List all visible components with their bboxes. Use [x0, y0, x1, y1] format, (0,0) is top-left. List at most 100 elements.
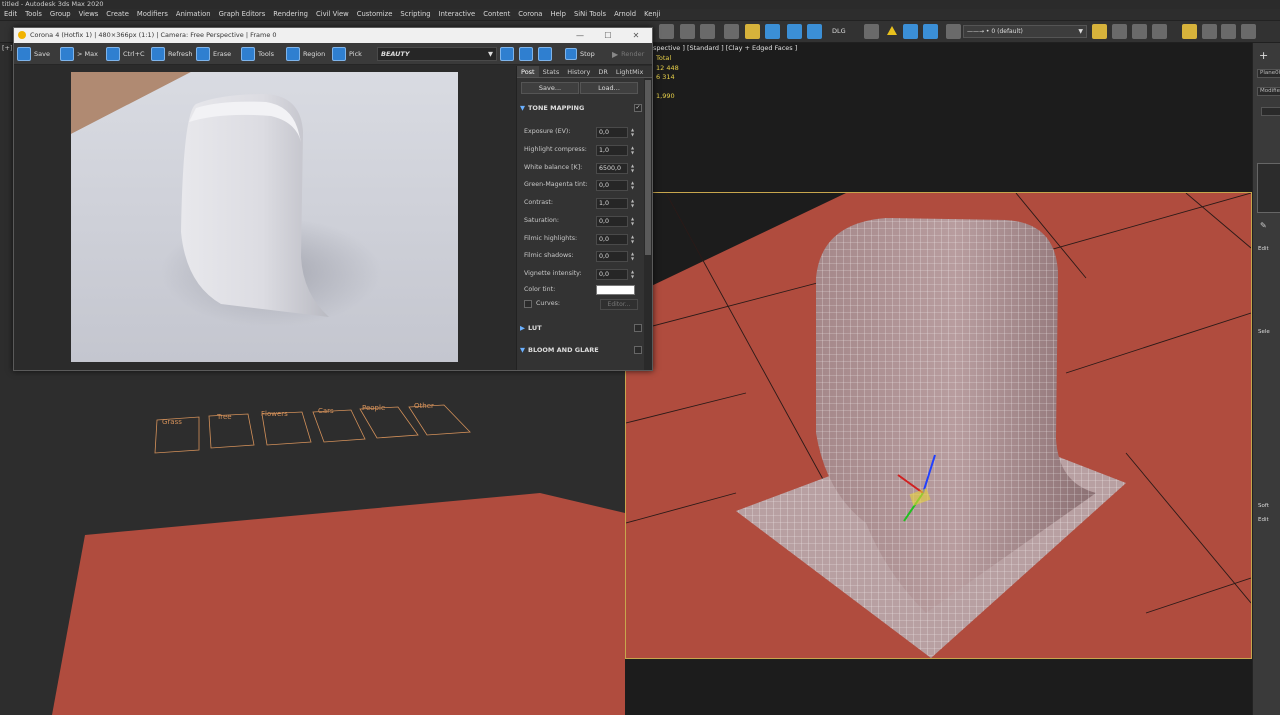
menu-corona[interactable]: Corona	[514, 9, 546, 20]
sync-icon[interactable]	[923, 24, 938, 39]
add-layer-icon[interactable]	[1092, 24, 1107, 39]
align-icon[interactable]	[680, 24, 695, 39]
menu-tools[interactable]: Tools	[21, 9, 46, 20]
warning-icon[interactable]	[887, 26, 897, 35]
menu-edit[interactable]: Edit	[0, 9, 21, 20]
lut-header[interactable]: ▶ LUT	[520, 324, 542, 332]
menu-arnold[interactable]: Arnold	[610, 9, 640, 20]
render-setup-icon[interactable]	[765, 24, 780, 39]
refresh-cycle-icon[interactable]	[903, 24, 918, 39]
rollout-selection[interactable]: Sele	[1258, 329, 1270, 335]
refresh-button[interactable]: Refresh	[151, 46, 193, 62]
copy-button[interactable]: Ctrl+C	[106, 46, 145, 62]
maximize-icon[interactable]: ☐	[594, 28, 622, 43]
bloom-glare-header[interactable]: ▼ BLOOM AND GLARE	[520, 346, 599, 354]
save-button[interactable]: Save	[17, 46, 50, 62]
render-frame-icon[interactable]	[787, 24, 802, 39]
rollout-edit-geometry[interactable]: Edit	[1258, 517, 1269, 523]
vignette-spinner[interactable]: ▲ ▼	[629, 269, 636, 280]
bloom-glare-checkbox[interactable]	[634, 346, 642, 354]
to-max-button[interactable]: > Max	[60, 46, 98, 62]
saturation-input[interactable]: 0,0	[596, 216, 628, 227]
viewport-perspective[interactable]: spective ] [Standard ] [Clay + Edged Fac…	[625, 43, 1252, 715]
tab-stats[interactable]: Stats	[539, 66, 564, 77]
close-icon[interactable]: ✕	[622, 28, 650, 43]
menu-create[interactable]: Create	[102, 9, 133, 20]
rollout-soft-selection[interactable]: Soft	[1258, 503, 1269, 509]
zoom-in-button[interactable]	[500, 46, 514, 62]
scrollbar-thumb[interactable]	[645, 80, 651, 255]
menu-sini-tools[interactable]: SiNi Tools	[570, 9, 610, 20]
tool-icon[interactable]	[1221, 24, 1236, 39]
menu-rendering[interactable]: Rendering	[269, 9, 312, 20]
grid-icon[interactable]	[864, 24, 879, 39]
tools-button[interactable]: Tools	[241, 46, 274, 62]
schematic-icon[interactable]	[724, 24, 739, 39]
material-editor-icon[interactable]	[745, 24, 760, 39]
script-icon[interactable]	[1182, 24, 1197, 39]
align-down-icon[interactable]	[700, 24, 715, 39]
dlg-label[interactable]: DLG	[832, 27, 846, 35]
layer-stack-icon[interactable]	[1152, 24, 1167, 39]
filmic-highlights-input[interactable]: 0,0	[596, 234, 628, 245]
saturation-spinner[interactable]: ▲ ▼	[629, 216, 636, 227]
tone-mapping-header[interactable]: ▼ TONE MAPPING	[520, 104, 584, 112]
menu-modifiers[interactable]: Modifiers	[133, 9, 172, 20]
layers-icon[interactable]	[1112, 24, 1127, 39]
menu-scripting[interactable]: Scripting	[396, 9, 434, 20]
green-magenta-spinner[interactable]: ▲ ▼	[629, 180, 636, 191]
green-magenta-input[interactable]: 0,0	[596, 180, 628, 191]
menu-help[interactable]: Help	[546, 9, 570, 20]
exposure-input[interactable]: 0,0	[596, 127, 628, 138]
tab-history[interactable]: History	[563, 66, 594, 77]
contrast-input[interactable]: 1,0	[596, 198, 628, 209]
curves-editor-button[interactable]: Editor...	[600, 299, 638, 310]
zoom-out-button[interactable]	[519, 46, 533, 62]
layer-manager-icon[interactable]	[946, 24, 961, 39]
filmic-shadows-spinner[interactable]: ▲ ▼	[629, 251, 636, 262]
highlight-compress-input[interactable]: 1,0	[596, 145, 628, 156]
region-button[interactable]: Region	[286, 46, 325, 62]
viewport-left-label[interactable]: [+]	[2, 44, 13, 52]
lut-checkbox[interactable]	[634, 324, 642, 332]
pick-button[interactable]: Pick	[332, 46, 362, 62]
menu-group[interactable]: Group	[46, 9, 75, 20]
white-balance-spinner[interactable]: ▲ ▼	[629, 163, 636, 174]
render-icon[interactable]	[807, 24, 822, 39]
vignette-input[interactable]: 0,0	[596, 269, 628, 280]
menu-civil-view[interactable]: Civil View	[312, 9, 353, 20]
render-button[interactable]: ▶ Render	[612, 46, 644, 62]
plus-icon[interactable]: +	[1259, 49, 1268, 62]
post-panel-scrollbar[interactable]	[644, 78, 652, 370]
tone-mapping-checkbox[interactable]: ✓	[634, 104, 642, 112]
pin-icon[interactable]: ✎	[1260, 221, 1267, 230]
object-name-field[interactable]: Plane00	[1257, 69, 1280, 78]
highlight-compress-spinner[interactable]: ▲ ▼	[629, 145, 636, 156]
minimize-icon[interactable]: —	[566, 28, 594, 43]
layer-dropdown[interactable]: ——→ • 0 (default) ▼	[963, 25, 1087, 38]
tab-dr[interactable]: DR	[594, 66, 612, 77]
tab-lightmix[interactable]: LightMix	[612, 66, 647, 77]
vfb-titlebar[interactable]: Corona 4 (Hotfix 1) | 480×366px (1:1) | …	[14, 28, 652, 43]
mirror-icon[interactable]	[659, 24, 674, 39]
filmic-highlights-spinner[interactable]: ▲ ▼	[629, 234, 636, 245]
menu-views[interactable]: Views	[75, 9, 103, 20]
calculator-icon[interactable]	[1241, 24, 1256, 39]
layer-select-icon[interactable]	[1132, 24, 1147, 39]
color-tint-swatch[interactable]	[596, 285, 635, 295]
menu-animation[interactable]: Animation	[172, 9, 215, 20]
post-load-button[interactable]: Load...	[580, 82, 638, 94]
post-save-button[interactable]: Save...	[521, 82, 579, 94]
plugin-icon[interactable]	[1202, 24, 1217, 39]
contrast-spinner[interactable]: ▲ ▼	[629, 198, 636, 209]
render-element-dropdown[interactable]: BEAUTY ▼	[377, 47, 497, 61]
modifier-stack[interactable]	[1257, 163, 1280, 213]
stop-button[interactable]: Stop	[565, 46, 595, 62]
menu-customize[interactable]: Customize	[353, 9, 397, 20]
filmic-shadows-input[interactable]: 0,0	[596, 251, 628, 262]
render-viewport[interactable]	[14, 66, 516, 370]
white-balance-input[interactable]: 6500,0	[596, 163, 628, 174]
zoom-fit-button[interactable]	[538, 46, 552, 62]
erase-button[interactable]: Erase	[196, 46, 231, 62]
menu-graph-editors[interactable]: Graph Editors	[215, 9, 270, 20]
